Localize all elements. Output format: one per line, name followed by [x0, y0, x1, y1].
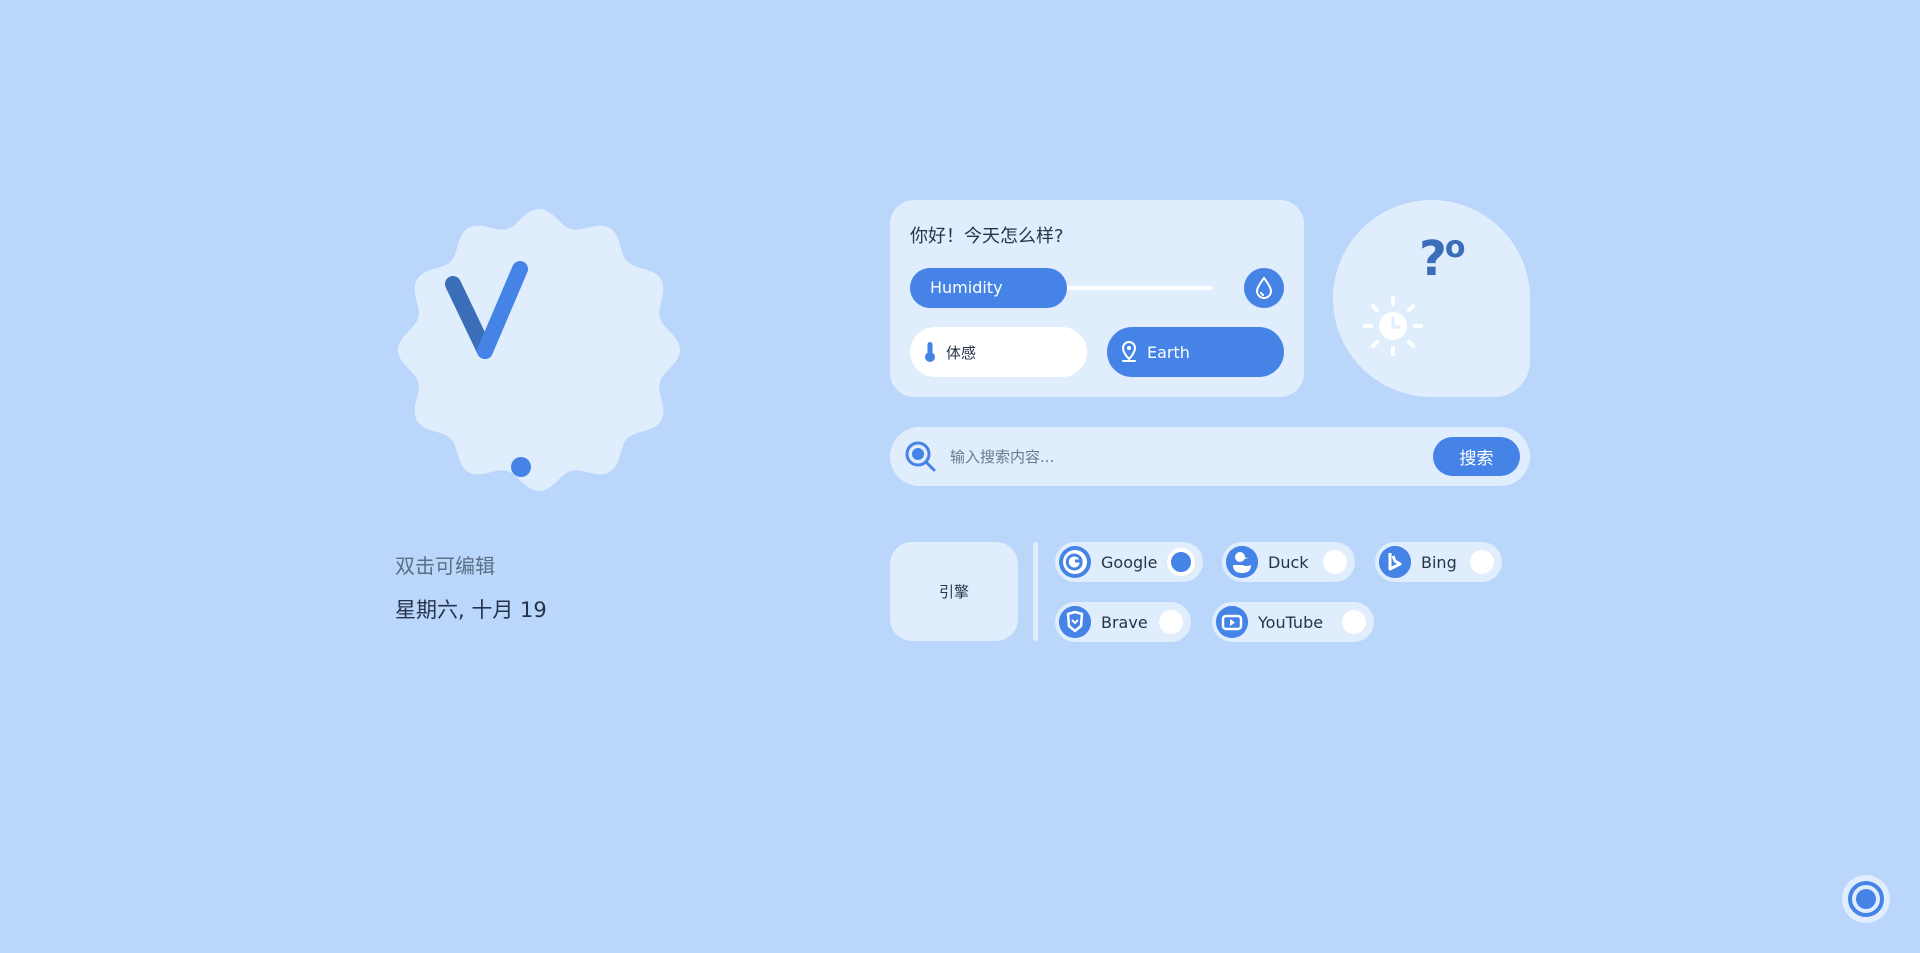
analog-clock: [388, 199, 690, 501]
weather-summary: ?o: [1333, 200, 1530, 397]
temperature-display: ?o: [1419, 230, 1466, 287]
search-input[interactable]: [948, 437, 1422, 477]
engine-duck[interactable]: Duck: [1222, 542, 1355, 582]
humidity-bar: Humidity: [910, 268, 1067, 308]
engine-brave[interactable]: Brave: [1055, 602, 1191, 642]
engine-radio-duck[interactable]: [1323, 550, 1347, 574]
sun-icon: [1363, 296, 1423, 356]
date-display: 星期六, 十月 19: [395, 598, 547, 622]
engine-name: Bing: [1421, 552, 1457, 572]
duck-icon: [1226, 546, 1258, 578]
engine-name: YouTube: [1258, 612, 1324, 632]
location-pill[interactable]: Earth: [1107, 327, 1284, 377]
thermometer-icon: [925, 342, 935, 362]
settings-button[interactable]: [1842, 875, 1890, 923]
engine-google[interactable]: Google: [1055, 542, 1203, 582]
search-icon[interactable]: [905, 441, 937, 473]
weather-card: 你好！今天怎么样? Humidity 体感 Earth: [890, 200, 1304, 397]
engine-youtube[interactable]: YouTube: [1212, 602, 1374, 642]
engine-name: Google: [1101, 552, 1158, 572]
feels-like-pill[interactable]: 体感: [910, 327, 1087, 377]
settings-ring-icon: [1848, 881, 1884, 917]
search-bar: 搜索: [890, 427, 1530, 486]
temperature-unit: o: [1444, 230, 1466, 265]
temperature-value: ?: [1419, 231, 1447, 287]
start-page: 双击可编辑 星期六, 十月 19 你好！今天怎么样? Humidity 体感 E…: [0, 0, 1920, 953]
engine-radio-google[interactable]: [1167, 548, 1195, 576]
location-label: Earth: [1147, 342, 1190, 362]
water-drop-icon: [1244, 268, 1284, 308]
engine-divider: [1033, 542, 1038, 641]
youtube-icon: [1216, 606, 1248, 638]
editable-greeting[interactable]: 双击可编辑: [395, 550, 495, 579]
search-button[interactable]: 搜索: [1433, 437, 1520, 476]
clock-second-dot: [511, 457, 531, 477]
clock-face: [398, 209, 680, 491]
bing-icon: [1379, 546, 1411, 578]
engine-name: Duck: [1268, 552, 1309, 572]
engine-radio-youtube[interactable]: [1342, 610, 1366, 634]
brave-icon: [1059, 606, 1091, 638]
engine-name: Brave: [1101, 612, 1148, 632]
engine-radio-bing[interactable]: [1470, 550, 1494, 574]
engine-radio-brave[interactable]: [1159, 610, 1183, 634]
weather-greeting: 你好！今天怎么样?: [910, 226, 1064, 247]
feels-like-label: 体感: [946, 343, 977, 362]
engine-bing[interactable]: Bing: [1375, 542, 1502, 582]
engine-section-label: 引擎: [890, 542, 1018, 641]
location-pin-icon: [1121, 341, 1137, 362]
google-icon: [1059, 546, 1091, 578]
